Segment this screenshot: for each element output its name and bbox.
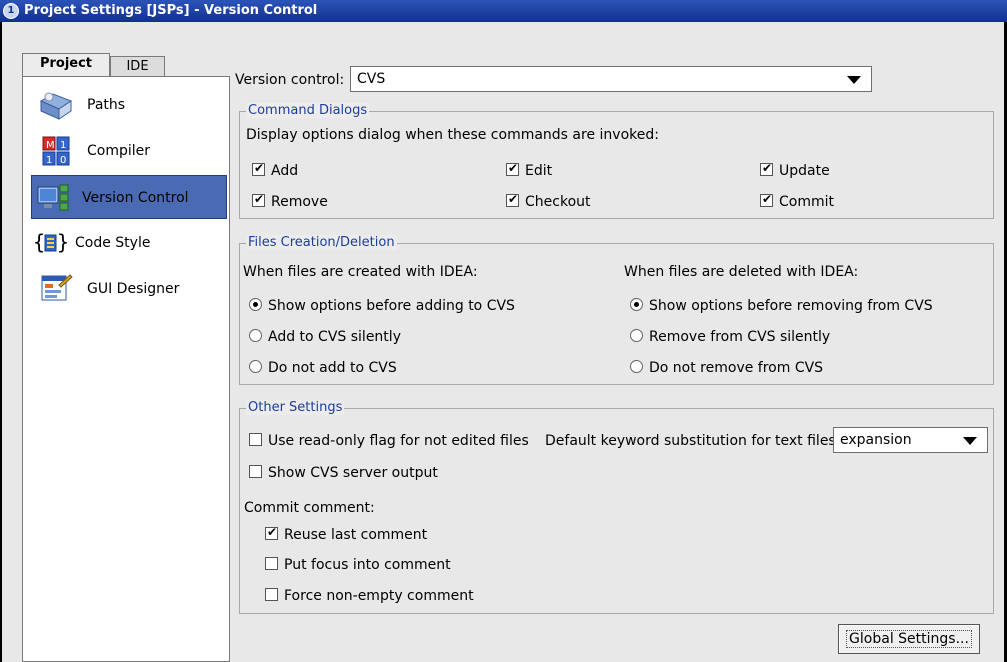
checkbox-put-focus-label: Put focus into comment [284,557,451,573]
tab-ide[interactable]: IDE [110,56,165,78]
radio-dot[interactable] [630,329,643,342]
chevron-down-icon [847,76,861,84]
checkbox-edit[interactable]: Edit [506,161,553,179]
radio-do-not-add[interactable]: Do not add to CVS [249,360,397,376]
checkbox-add-label: Add [271,163,299,179]
svg-text:}: } [57,230,67,254]
checkbox-remove-label: Remove [271,194,328,210]
deleted-label: When files are deleted with IDEA: [624,264,859,280]
checkbox-commit[interactable]: Commit [760,192,834,210]
svg-text:1: 1 [46,155,52,166]
nav-item-version-control[interactable]: Version Control [31,175,227,219]
checkbox-box[interactable] [265,588,278,601]
checkbox-show-server-output[interactable]: Show CVS server output [249,465,438,481]
checkbox-box[interactable] [265,525,278,540]
keyword-substitution-select[interactable]: expansion [833,427,988,453]
checkbox-box[interactable] [252,161,265,176]
checkbox-put-focus[interactable]: Put focus into comment [265,557,451,573]
svg-text:M: M [46,140,55,151]
radio-show-options-removing-label: Show options before removing from CVS [649,298,933,314]
radio-remove-silently-label: Remove from CVS silently [649,329,831,345]
other-settings-title: Other Settings [246,400,345,415]
keyword-substitution-label: Default keyword substitution for text fi… [545,433,836,449]
command-dialogs-title: Command Dialogs [246,103,370,118]
radio-dot[interactable] [249,329,262,342]
checkbox-box[interactable] [760,192,773,207]
radio-show-options-adding[interactable]: Show options before adding to CVS [249,298,515,314]
version-control-value: CVS [357,71,386,87]
nav-item-code-style[interactable]: { } Code Style [31,221,227,265]
radio-add-silently[interactable]: Add to CVS silently [249,329,401,345]
checkbox-box[interactable] [506,161,519,176]
radio-dot[interactable] [249,360,262,373]
nav-label-compiler: Compiler [87,143,151,159]
window-title: Project Settings [JSPs] - Version Contro… [24,3,318,18]
files-creation-title: Files Creation/Deletion [246,235,397,250]
version-control-icon [37,184,69,211]
radio-dot[interactable] [630,298,643,311]
checkbox-remove[interactable]: Remove [252,192,328,210]
radio-do-not-add-label: Do not add to CVS [268,360,397,376]
nav-label-gui-designer: GUI Designer [87,281,180,297]
chevron-down-icon [963,437,977,445]
checkbox-force-non-empty-label: Force non-empty comment [284,588,474,604]
version-control-label: Version control: [235,72,345,88]
nav-item-gui-designer[interactable]: GUI Designer [31,267,227,311]
svg-text:1: 1 [60,140,66,151]
checkbox-force-non-empty[interactable]: Force non-empty comment [265,588,474,604]
checkbox-edit-label: Edit [525,163,553,179]
checkbox-box[interactable] [249,433,262,446]
tab-project[interactable]: Project [22,53,110,77]
created-label: When files are created with IDEA: [243,264,478,280]
svg-text:0: 0 [60,155,66,166]
commit-comment-label: Commit comment: [244,500,375,516]
app-icon: 1 [3,3,19,19]
radio-do-not-remove[interactable]: Do not remove from CVS [630,360,823,376]
svg-text:{: { [33,230,45,254]
radio-remove-silently[interactable]: Remove from CVS silently [630,329,830,345]
checkbox-box[interactable] [760,161,773,176]
checkbox-box[interactable] [265,557,278,570]
checkbox-update[interactable]: Update [760,161,830,179]
version-control-select[interactable]: CVS [350,66,872,92]
checkbox-readonly-flag[interactable]: Use read-only flag for not edited files [249,433,529,449]
global-settings-button-label: Global Settings... [846,630,972,648]
checkbox-reuse-last-comment-label: Reuse last comment [284,527,428,543]
title-bar[interactable]: 1 Project Settings [JSPs] - Version Cont… [0,0,1007,22]
nav-label-code-style: Code Style [75,235,151,251]
code-style-icon: { } [33,230,67,254]
radio-dot[interactable] [630,360,643,373]
command-dialogs-description: Display options dialog when these comman… [246,127,659,143]
paths-icon [39,92,73,120]
nav-item-compiler[interactable]: M 1 1 0 Compiler [31,129,227,173]
radio-show-options-adding-label: Show options before adding to CVS [268,298,515,314]
settings-nav-panel: Paths M 1 1 0 Compiler Version Control { [22,76,230,662]
checkbox-box[interactable] [249,465,262,478]
nav-label-paths: Paths [87,97,126,113]
checkbox-reuse-last-comment[interactable]: Reuse last comment [265,525,428,543]
checkbox-show-server-output-label: Show CVS server output [268,465,438,481]
checkbox-box[interactable] [506,192,519,207]
radio-do-not-remove-label: Do not remove from CVS [649,360,824,376]
checkbox-update-label: Update [779,163,830,179]
radio-show-options-removing[interactable]: Show options before removing from CVS [630,298,933,314]
radio-add-silently-label: Add to CVS silently [268,329,401,345]
radio-dot[interactable] [249,298,262,311]
compiler-icon: M 1 1 0 [42,136,70,166]
checkbox-box[interactable] [252,192,265,207]
gui-designer-icon [41,274,73,301]
checkbox-readonly-flag-label: Use read-only flag for not edited files [268,433,529,449]
checkbox-checkout[interactable]: Checkout [506,192,591,210]
checkbox-commit-label: Commit [779,194,834,210]
checkbox-checkout-label: Checkout [525,194,591,210]
keyword-substitution-value: expansion [840,432,912,448]
nav-label-version-control: Version Control [82,190,189,206]
nav-item-paths[interactable]: Paths [31,83,227,127]
global-settings-button[interactable]: Global Settings... [838,624,980,654]
checkbox-add[interactable]: Add [252,161,299,179]
